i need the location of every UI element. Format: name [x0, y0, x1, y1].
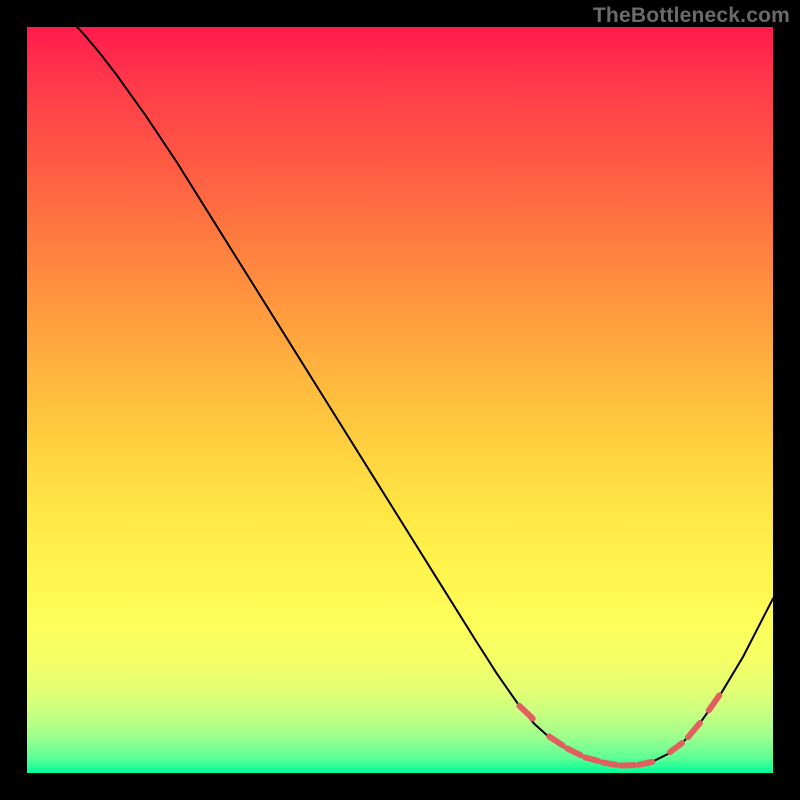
highlight-dash [670, 743, 682, 752]
highlight-dash [519, 706, 532, 719]
highlight-dash [549, 736, 562, 745]
highlight-dash [603, 763, 616, 765]
highlight-dash-group [519, 695, 719, 765]
watermark-text: TheBottleneck.com [593, 4, 790, 28]
highlight-dash [688, 723, 700, 737]
chart-svg [27, 27, 773, 773]
chart-frame: TheBottleneck.com [0, 0, 800, 800]
highlight-dash [567, 748, 580, 755]
highlight-dash [639, 762, 652, 765]
highlight-dash [585, 757, 598, 761]
bottleneck-curve [27, 0, 773, 766]
highlight-dash [709, 695, 719, 710]
